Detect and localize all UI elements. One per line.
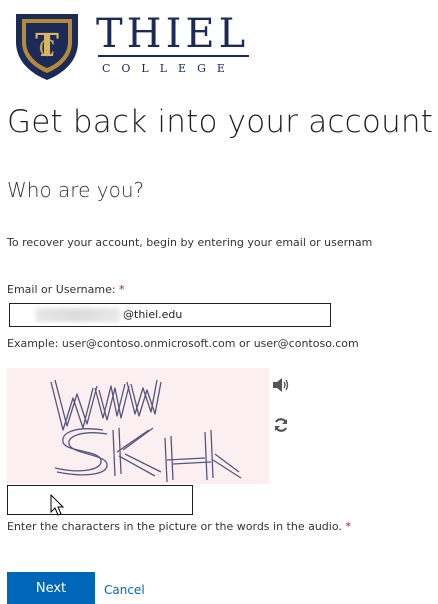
speaker-icon[interactable] xyxy=(272,377,290,393)
mouse-cursor-icon xyxy=(50,494,65,516)
email-label-text: Email or Username: xyxy=(7,283,116,296)
page-title: Get back into your account xyxy=(7,104,434,140)
captcha-input[interactable] xyxy=(7,485,193,515)
svg-text:C: C xyxy=(39,37,56,62)
college-crest-icon: T C xyxy=(16,14,78,80)
cancel-link[interactable]: Cancel xyxy=(104,583,145,597)
required-marker: * xyxy=(119,283,125,296)
logo-subtitle: COLLEGE xyxy=(102,62,236,75)
redacted-username xyxy=(36,308,120,322)
email-field[interactable]: @thiel.edu xyxy=(9,303,331,327)
captcha-image xyxy=(7,368,269,484)
next-button[interactable]: Next xyxy=(7,572,95,604)
email-field-value: @thiel.edu xyxy=(123,308,183,321)
thiel-college-logo: T C THIEL COLLEGE xyxy=(10,10,250,82)
refresh-icon[interactable] xyxy=(273,417,289,433)
captcha-hint: Enter the characters in the picture or t… xyxy=(7,520,351,533)
logo-wordmark: THIEL xyxy=(96,11,250,57)
email-example: Example: user@contoso.onmicrosoft.com or… xyxy=(7,337,359,350)
captcha-hint-text: Enter the characters in the picture or t… xyxy=(7,520,342,533)
page-subtitle: Who are you? xyxy=(7,178,145,202)
required-marker: * xyxy=(345,520,351,533)
email-label: Email or Username: * xyxy=(7,283,125,296)
intro-text: To recover your account, begin by enteri… xyxy=(7,236,373,249)
